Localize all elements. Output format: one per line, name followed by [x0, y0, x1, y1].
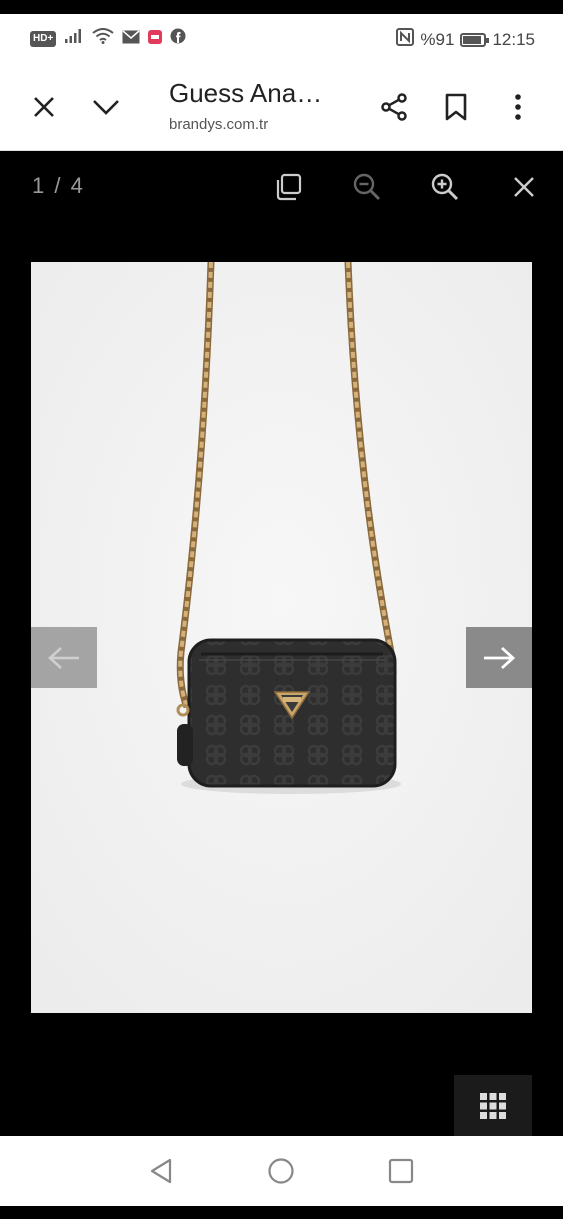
page-url: brandys.com.tr	[169, 116, 269, 133]
bookmark-button[interactable]	[436, 87, 476, 127]
clock: 12:15	[492, 29, 535, 49]
battery-level	[463, 35, 481, 44]
minimize-button[interactable]	[86, 87, 126, 127]
share-button[interactable]	[374, 87, 414, 127]
zoom-in-icon	[431, 173, 459, 201]
grid-icon	[480, 1093, 506, 1119]
next-image-button[interactable]	[466, 627, 532, 688]
previous-image-button[interactable]	[31, 627, 97, 688]
home-circle-icon	[268, 1158, 294, 1184]
system-home-button[interactable]	[266, 1156, 296, 1186]
copy-icon	[276, 173, 302, 201]
system-recents-button[interactable]	[386, 1156, 416, 1186]
back-triangle-icon	[150, 1158, 172, 1184]
more-options-button[interactable]	[498, 87, 538, 127]
wifi-icon	[92, 28, 114, 49]
battery-percent: %91	[420, 29, 455, 49]
recents-square-icon	[388, 1158, 414, 1184]
custom-tab-toolbar: Guess Ana… brandys.com.tr	[0, 64, 563, 151]
image-viewer: 1 / 4	[0, 151, 563, 1137]
product-image	[31, 262, 532, 1013]
zoom-out-icon	[353, 173, 381, 201]
share-icon	[381, 93, 407, 121]
signal-icon	[64, 28, 84, 49]
zoom-in-button[interactable]	[427, 169, 463, 205]
page-title: Guess Ana…	[169, 78, 323, 108]
facebook-icon	[170, 28, 186, 49]
close-tab-button[interactable]	[24, 87, 64, 127]
status-right-icons: %91 12:15	[396, 28, 535, 51]
top-bezel	[0, 0, 563, 14]
chevron-down-icon	[93, 100, 119, 115]
bottom-bezel	[0, 1206, 563, 1219]
handbag-illustration	[31, 262, 532, 1013]
status-left-icons: HD+	[30, 28, 186, 49]
close-icon	[514, 177, 534, 197]
thumbnails-grid-button[interactable]	[454, 1075, 532, 1137]
close-viewer-button[interactable]	[506, 169, 542, 205]
close-icon	[34, 97, 54, 117]
battery-icon	[460, 32, 490, 47]
bookmark-icon	[445, 93, 467, 121]
system-navigation-bar	[0, 1136, 563, 1206]
image-counter: 1 / 4	[32, 173, 85, 198]
system-back-button[interactable]	[146, 1156, 176, 1186]
nfc-icon	[396, 28, 415, 51]
app-notification-icon	[148, 29, 163, 49]
copy-button[interactable]	[271, 169, 307, 205]
hd-badge: HD+	[30, 30, 57, 47]
arrow-left-icon	[48, 646, 79, 669]
mail-icon	[122, 29, 140, 49]
status-bar: HD+ %91 12:15	[0, 14, 563, 64]
zoom-out-button[interactable]	[349, 169, 385, 205]
arrow-right-icon	[484, 646, 516, 669]
more-vertical-icon	[515, 94, 521, 120]
